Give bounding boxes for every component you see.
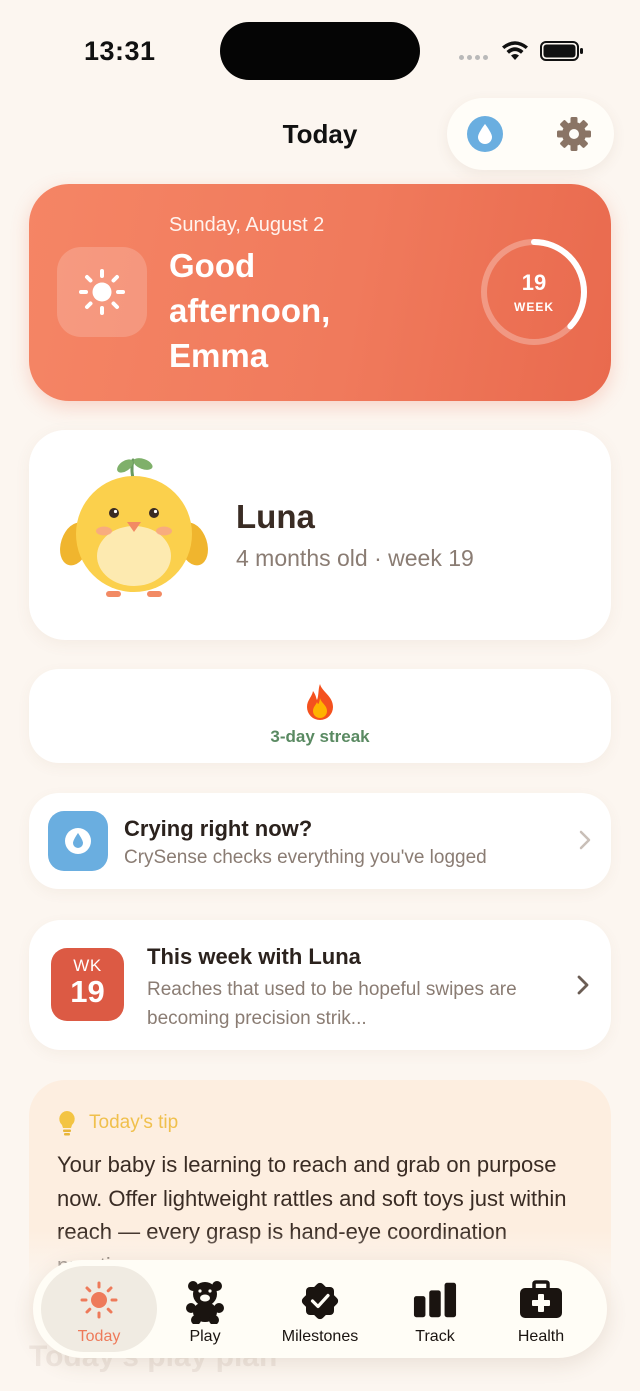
week-card-subtitle: Reaches that used to be hopeful swipes a…: [147, 979, 517, 1029]
greeting-message: Good afternoon, Emma: [169, 247, 331, 374]
settings-button[interactable]: [555, 115, 593, 153]
badge-check-icon: [298, 1280, 342, 1320]
week-number: 19: [521, 270, 547, 295]
tab-milestones[interactable]: Milestones: [263, 1266, 377, 1352]
baby-age: 4 months old · week 19: [236, 545, 474, 571]
tab-track[interactable]: Track: [387, 1266, 483, 1352]
water-drop-icon: [65, 828, 91, 854]
teddy-bear-icon: [183, 1280, 227, 1324]
tab-label: Play: [189, 1328, 221, 1345]
status-time: 13:31: [84, 36, 156, 66]
greeting-date: Sunday, August 2: [169, 214, 325, 236]
tab-play[interactable]: Play: [157, 1266, 253, 1352]
tab-label: Health: [517, 1328, 565, 1345]
chevron-right-icon: [577, 975, 589, 995]
sun-icon: [79, 269, 125, 315]
week-card-title: This week with Luna: [147, 944, 361, 969]
water-drop-icon: [478, 124, 492, 144]
sun-icon-box: [57, 247, 147, 337]
streak-card: 3-day streak: [29, 669, 611, 763]
bar-chart-icon: [413, 1280, 457, 1320]
tab-label: Today: [77, 1328, 121, 1345]
crysense-title: Crying right now?: [124, 816, 313, 841]
baby-profile-card[interactable]: Luna 4 months old · week 19: [29, 430, 611, 640]
tab-label: Milestones: [281, 1328, 359, 1345]
sun-icon: [77, 1280, 121, 1320]
lightbulb-icon: [59, 1111, 75, 1136]
cellular-signal-icon: [459, 55, 491, 61]
baby-name: Luna: [236, 498, 315, 535]
flame-icon: [307, 684, 333, 720]
crysense-icon-box: [48, 811, 108, 871]
battery-icon: [540, 41, 583, 61]
week-summary-card[interactable]: WK 19 This week with Luna Reaches that u…: [29, 920, 611, 1050]
crysense-subtitle: CrySense checks everything you've logged: [124, 847, 487, 868]
tab-health[interactable]: Health: [493, 1266, 589, 1352]
header-actions: [447, 98, 614, 170]
week-badge: WK 19: [51, 948, 124, 1021]
wifi-icon: [502, 41, 528, 60]
status-bar: 13:31: [0, 0, 640, 100]
first-aid-kit-icon: [519, 1280, 563, 1320]
streak-text: 3-day streak: [270, 727, 370, 746]
greeting-card: Sunday, August 2 Good afternoon, Emma 19…: [29, 184, 611, 401]
crysense-button[interactable]: [467, 116, 503, 152]
week-badge-label: WK: [73, 956, 102, 975]
baby-chick-avatar: [60, 458, 208, 597]
week-badge-number: 19: [70, 974, 105, 1009]
week-label: WEEK: [514, 300, 554, 314]
tip-label: Today's tip: [89, 1112, 179, 1133]
dynamic-island: [220, 22, 420, 80]
tab-bar: Today Play Milestones Track Health: [33, 1260, 607, 1358]
chevron-right-icon: [579, 830, 591, 850]
tab-today[interactable]: Today: [41, 1266, 157, 1352]
tab-label: Track: [415, 1328, 455, 1345]
gear-icon: [557, 117, 591, 151]
crysense-card[interactable]: Crying right now? CrySense checks everyt…: [29, 793, 611, 889]
